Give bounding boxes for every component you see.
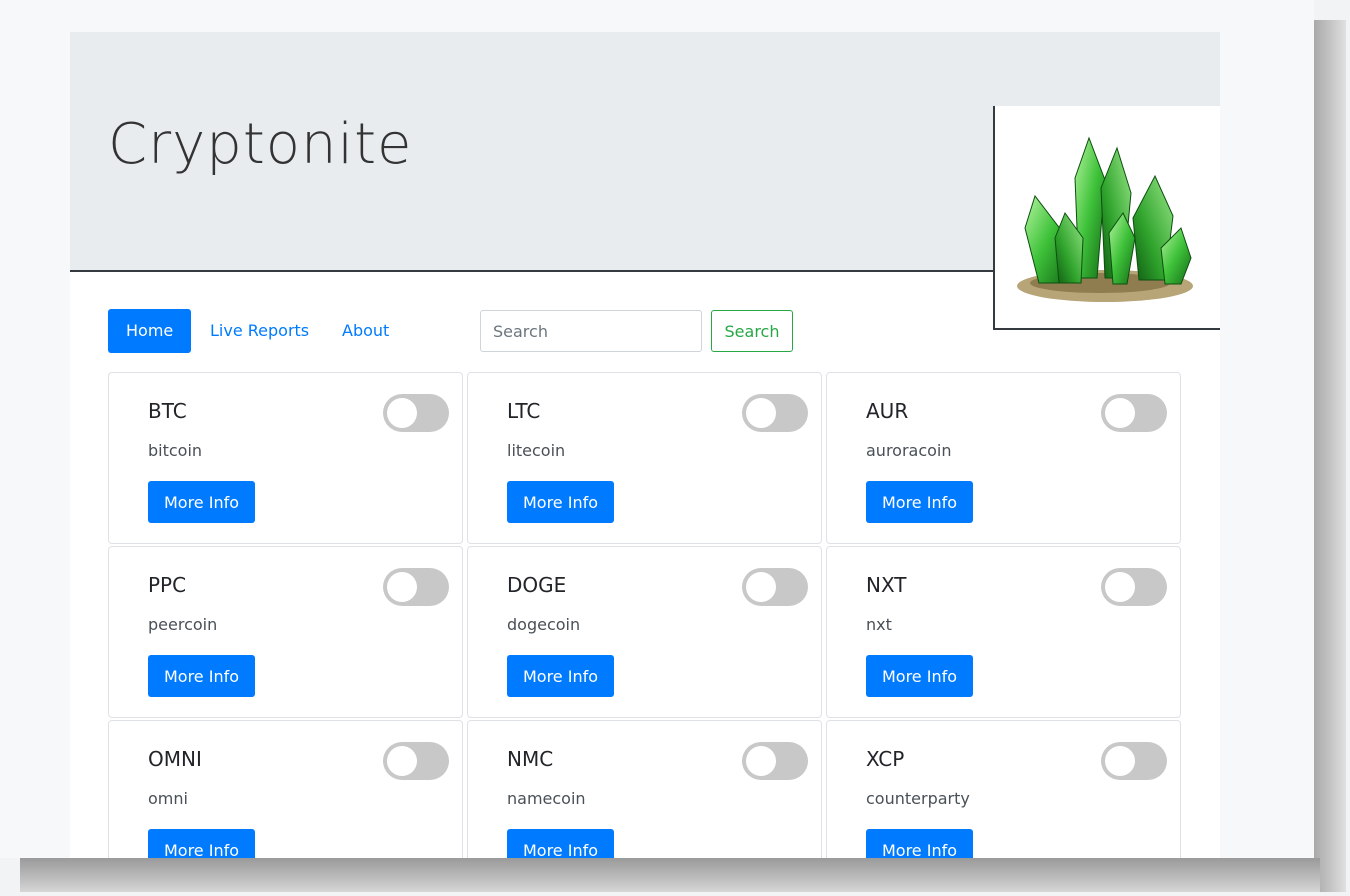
more-info-button[interactable]: More Info bbox=[148, 829, 255, 858]
toggle-knob bbox=[387, 746, 417, 776]
coin-toggle-switch[interactable] bbox=[383, 394, 449, 432]
logo-box bbox=[993, 106, 1220, 330]
coin-toggle-switch[interactable] bbox=[1101, 568, 1167, 606]
more-info-button[interactable]: More Info bbox=[507, 481, 614, 523]
coin-toggle-switch[interactable] bbox=[1101, 742, 1167, 780]
coin-name: nxt bbox=[866, 615, 892, 634]
site-title: Cryptonite bbox=[108, 112, 413, 177]
coin-toggle-switch[interactable] bbox=[383, 742, 449, 780]
coin-card: XCP counterparty More Info bbox=[826, 720, 1181, 858]
coin-card: BTC bitcoin More Info bbox=[108, 372, 463, 544]
coin-symbol: DOGE bbox=[507, 573, 567, 597]
coin-symbol: PPC bbox=[148, 573, 187, 597]
coin-name: namecoin bbox=[507, 789, 586, 808]
coin-symbol: NMC bbox=[507, 747, 554, 771]
coin-card-grid: BTC bitcoin More Info LTC litecoin More … bbox=[108, 372, 1184, 858]
coin-name: dogecoin bbox=[507, 615, 581, 634]
more-info-button[interactable]: More Info bbox=[148, 655, 255, 697]
green-crystal-icon bbox=[1017, 136, 1193, 302]
search-button[interactable]: Search bbox=[711, 310, 793, 352]
coin-toggle-switch[interactable] bbox=[742, 568, 808, 606]
coin-card: AUR auroracoin More Info bbox=[826, 372, 1181, 544]
coin-card: NXT nxt More Info bbox=[826, 546, 1181, 718]
toggle-knob bbox=[1105, 746, 1135, 776]
coin-name: litecoin bbox=[507, 441, 566, 460]
toggle-knob bbox=[746, 398, 776, 428]
app-page: Cryptonite Home Live Reports About Searc… bbox=[70, 32, 1220, 858]
coin-symbol: BTC bbox=[148, 399, 187, 423]
coin-name: counterparty bbox=[866, 789, 970, 808]
nav-home[interactable]: Home bbox=[108, 309, 192, 353]
toggle-knob bbox=[746, 746, 776, 776]
nav-live-reports[interactable]: Live Reports bbox=[210, 309, 309, 353]
coin-card: DOGE dogecoin More Info bbox=[467, 546, 822, 718]
coin-symbol: OMNI bbox=[148, 747, 202, 771]
more-info-button[interactable]: More Info bbox=[866, 829, 973, 858]
frame-shadow-right bbox=[1314, 20, 1346, 892]
more-info-button[interactable]: More Info bbox=[866, 481, 973, 523]
more-info-button[interactable]: More Info bbox=[507, 655, 614, 697]
nav-about[interactable]: About bbox=[342, 309, 389, 353]
coin-toggle-switch[interactable] bbox=[1101, 394, 1167, 432]
more-info-button[interactable]: More Info bbox=[866, 655, 973, 697]
coin-card: NMC namecoin More Info bbox=[467, 720, 822, 858]
toggle-knob bbox=[387, 398, 417, 428]
coin-name: bitcoin bbox=[148, 441, 203, 460]
toggle-knob bbox=[1105, 398, 1135, 428]
coin-name: omni bbox=[148, 789, 188, 808]
coin-toggle-switch[interactable] bbox=[742, 394, 808, 432]
coin-symbol: XCP bbox=[866, 747, 905, 771]
more-info-button[interactable]: More Info bbox=[148, 481, 255, 523]
coin-symbol: NXT bbox=[866, 573, 907, 597]
coin-toggle-switch[interactable] bbox=[742, 742, 808, 780]
toggle-knob bbox=[387, 572, 417, 602]
coin-name: auroracoin bbox=[866, 441, 952, 460]
coin-symbol: AUR bbox=[866, 399, 909, 423]
frame-shadow-bottom bbox=[20, 858, 1320, 892]
coin-symbol: LTC bbox=[507, 399, 541, 423]
coin-card: LTC litecoin More Info bbox=[467, 372, 822, 544]
coin-card: PPC peercoin More Info bbox=[108, 546, 463, 718]
coin-toggle-switch[interactable] bbox=[383, 568, 449, 606]
coin-card: OMNI omni More Info bbox=[108, 720, 463, 858]
coin-name: peercoin bbox=[148, 615, 218, 634]
toggle-knob bbox=[1105, 572, 1135, 602]
search-input[interactable] bbox=[480, 310, 702, 352]
more-info-button[interactable]: More Info bbox=[507, 829, 614, 858]
toggle-knob bbox=[746, 572, 776, 602]
